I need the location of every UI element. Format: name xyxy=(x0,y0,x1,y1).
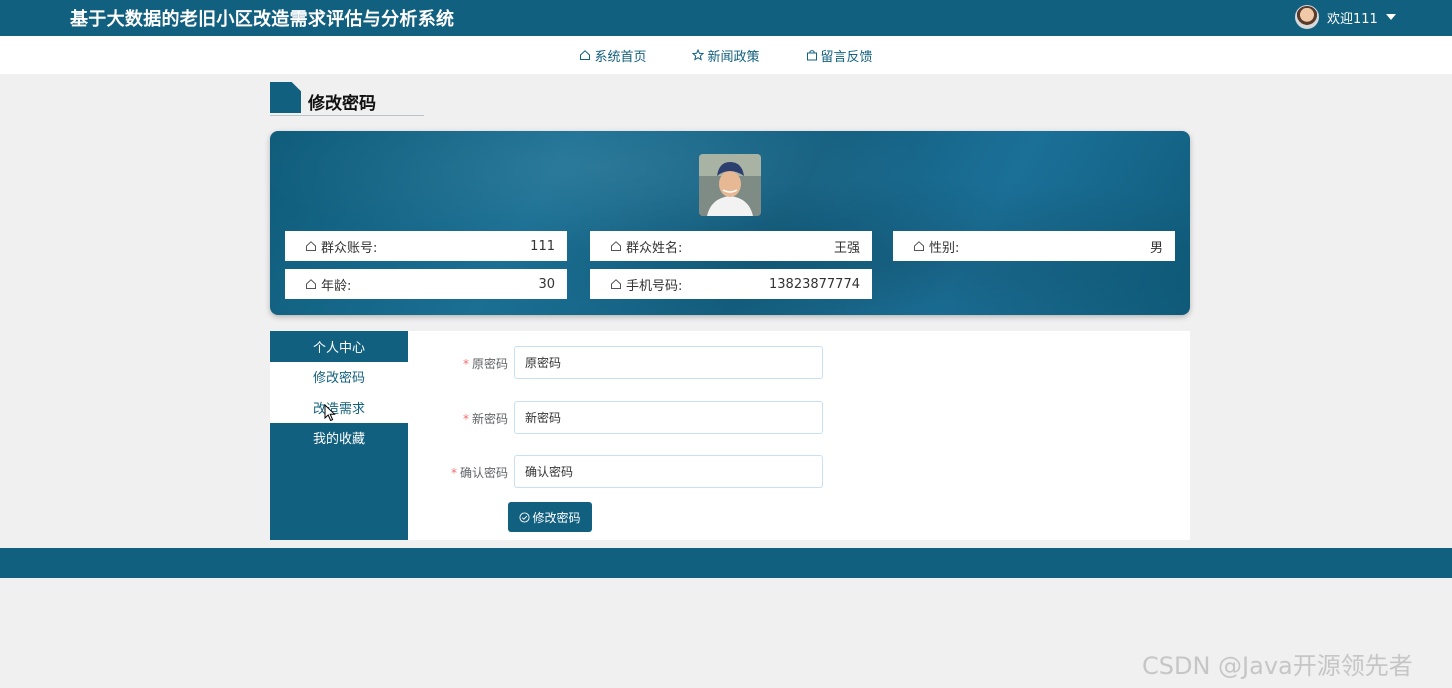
submit-change-password-button[interactable]: 修改密码 xyxy=(508,502,592,532)
home-icon xyxy=(580,50,591,60)
form-label-text: 原密码 xyxy=(471,357,508,371)
form-label-text: 新密码 xyxy=(471,412,508,426)
side-menu: 个人中心 修改密码 改造需求 我的收藏 xyxy=(270,331,408,540)
menu-item-favorites[interactable]: 我的收藏 xyxy=(270,423,408,454)
required-mark: * xyxy=(450,466,457,480)
required-mark: * xyxy=(462,357,469,371)
info-age: 年龄: 30 xyxy=(285,269,567,299)
profile-photo xyxy=(699,154,761,216)
info-name: 群众姓名: 王强 xyxy=(590,231,872,261)
star-icon xyxy=(692,49,705,61)
page-title: 修改密码 xyxy=(308,94,376,114)
info-gender: 性别: 男 xyxy=(893,231,1175,261)
info-account: 群众账号: 111 xyxy=(285,231,567,261)
menu-item-renovation-needs[interactable]: 改造需求 xyxy=(270,392,408,423)
top-bar: 基于大数据的老旧小区改造需求评估与分析系统 欢迎111 xyxy=(0,0,1452,36)
form-label: * 确认密码 xyxy=(451,464,508,481)
nav-item-feedback[interactable]: 留言反馈 xyxy=(806,46,873,65)
nav-item-label[interactable]: 留言反馈 xyxy=(821,46,873,65)
menu-item-change-password[interactable]: 修改密码 xyxy=(270,361,408,392)
app-title: 基于大数据的老旧小区改造需求评估与分析系统 xyxy=(70,9,455,30)
info-value: 111 xyxy=(530,238,555,254)
old-password-input[interactable] xyxy=(514,346,823,379)
home-icon xyxy=(611,241,621,251)
info-label: 群众姓名: xyxy=(626,240,683,256)
nav-item-home[interactable]: 系统首页 xyxy=(579,46,646,65)
welcome-text[interactable]: 欢迎111 xyxy=(1327,8,1378,27)
info-value: 王强 xyxy=(833,240,860,256)
form-row-old-password: * 原密码 xyxy=(408,346,1190,380)
info-value: 13823877774 xyxy=(769,276,860,292)
info-label: 群众账号: xyxy=(321,240,378,256)
form-row-new-password: * 新密码 xyxy=(408,401,1190,435)
section-title: 修改密码 xyxy=(270,82,424,116)
main-nav: 系统首页 新闻政策 留言反馈 xyxy=(0,36,1452,74)
info-phone: 手机号码: 13823877774 xyxy=(590,269,872,299)
required-mark: * xyxy=(462,412,469,426)
home-icon xyxy=(306,241,316,251)
home-icon xyxy=(611,279,621,289)
mouse-cursor-icon xyxy=(324,404,336,422)
new-password-input[interactable] xyxy=(514,401,823,434)
nav-item-label[interactable]: 新闻政策 xyxy=(707,46,759,65)
form-label-text: 确认密码 xyxy=(459,466,508,480)
password-form: *原密码 *新密码 *确认密码 修改密码 xyxy=(408,331,1190,540)
confirm-password-input[interactable] xyxy=(514,455,823,488)
check-circle-icon xyxy=(519,511,531,523)
user-menu[interactable]: 欢迎111 xyxy=(1295,4,1396,30)
caret-down-icon[interactable] xyxy=(1385,14,1396,20)
title-decoration xyxy=(270,82,301,113)
bag-icon xyxy=(806,50,817,61)
info-value: 30 xyxy=(538,276,555,292)
form-label: * 原密码 xyxy=(463,355,508,372)
form-label: * 新密码 xyxy=(463,410,508,427)
watermark: CSDN @Java开源领先者 xyxy=(1142,652,1413,680)
info-value: 男 xyxy=(1149,240,1163,256)
user-avatar[interactable] xyxy=(1295,5,1319,29)
submit-label[interactable]: 修改密码 xyxy=(532,509,580,526)
home-icon xyxy=(914,241,924,251)
footer-bar xyxy=(0,548,1452,578)
nav-item-news[interactable]: 新闻政策 xyxy=(692,46,760,65)
menu-item-personal-center[interactable]: 个人中心 xyxy=(270,331,408,362)
nav-item-label[interactable]: 系统首页 xyxy=(594,46,646,65)
profile-card: 群众账号: 111 群众姓名: 王强 性别: 男 年龄: 30 手机号码: 13… xyxy=(270,131,1190,315)
info-label: 性别: xyxy=(929,240,960,256)
form-row-confirm-password: * 确认密码 xyxy=(408,455,1190,489)
info-label: 手机号码: xyxy=(626,278,683,294)
info-label: 年龄: xyxy=(321,278,352,294)
home-icon xyxy=(306,279,316,289)
